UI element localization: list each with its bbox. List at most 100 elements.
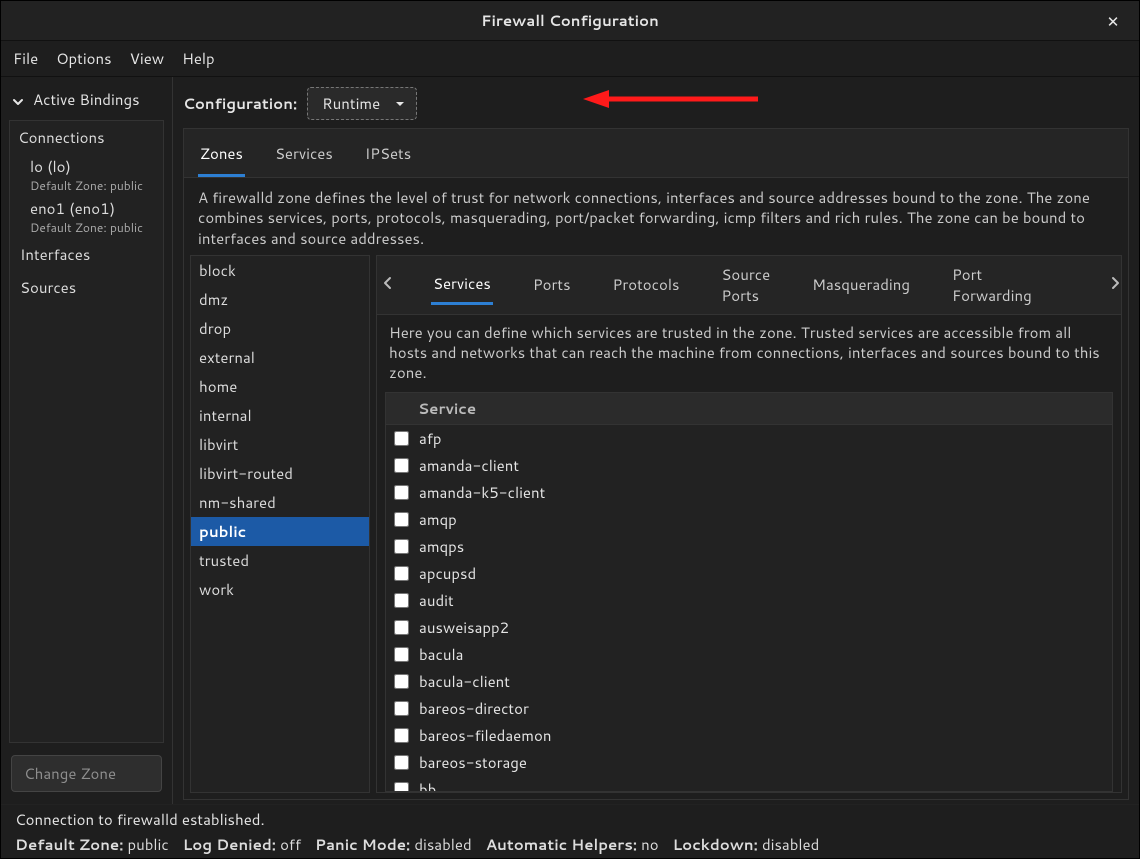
connection-item[interactable]: eno1 (eno1) Default Zone: public (10, 196, 163, 238)
change-zone-label: Change Zone (24, 763, 116, 784)
service-row[interactable]: bareos-storage (386, 749, 1112, 776)
service-checkbox[interactable] (394, 566, 409, 581)
service-name: ausweisapp2 (419, 617, 509, 638)
close-icon: ✕ (1107, 11, 1120, 32)
service-row[interactable]: apcupsd (386, 560, 1112, 587)
service-checkbox[interactable] (394, 647, 409, 662)
service-row[interactable]: amqps (386, 533, 1112, 560)
service-checkbox[interactable] (394, 593, 409, 608)
configuration-dropdown[interactable]: Runtime (307, 87, 417, 120)
zone-list[interactable]: blockdmzdropexternalhomeinternallibvirtl… (190, 255, 370, 793)
service-row[interactable]: bareos-director (386, 695, 1112, 722)
service-row[interactable]: bareos-filedaemon (386, 722, 1112, 749)
configuration-label: Configuration: (183, 93, 297, 114)
service-checkbox[interactable] (394, 431, 409, 446)
zone-item-nm-shared[interactable]: nm-shared (191, 488, 369, 517)
services-table: Service afpamanda-clientamanda-k5-client… (385, 392, 1113, 793)
subtab-port-forwarding[interactable]: Port Forwarding (950, 256, 1034, 314)
service-checkbox[interactable] (394, 755, 409, 770)
service-name: bacula-client (419, 671, 510, 692)
service-checkbox[interactable] (394, 485, 409, 500)
change-zone-button[interactable]: Change Zone (11, 755, 162, 792)
menu-help[interactable]: Help (182, 48, 215, 69)
subtab-source-ports[interactable]: Source Ports (719, 256, 772, 314)
service-row[interactable]: bacula (386, 641, 1112, 668)
body: Active Bindings Connections lo (lo) Defa… (1, 77, 1139, 806)
zone-sub-tabs: Services Ports Protocols Source Ports Ma… (377, 256, 1121, 315)
services-rows[interactable]: afpamanda-clientamanda-k5-client amqp amqp… (386, 425, 1112, 792)
tab-zones[interactable]: Zones (198, 137, 245, 177)
service-row[interactable]: amanda-client (386, 452, 1112, 479)
service-name: audit (419, 590, 454, 611)
service-row[interactable]: afp (386, 425, 1112, 452)
window-title: Firewall Configuration (481, 10, 659, 31)
app-window: Firewall Configuration ✕ File Options Vi… (0, 0, 1140, 859)
zone-item-drop[interactable]: drop (191, 314, 369, 343)
service-row[interactable]: bacula-client (386, 668, 1112, 695)
zone-item-public[interactable]: public (191, 517, 369, 546)
service-checkbox[interactable] (394, 674, 409, 689)
subtab-ports[interactable]: Ports (531, 266, 573, 303)
statusbar: Connection to firewalld established. Def… (1, 804, 1139, 858)
zone-item-libvirt-routed[interactable]: libvirt-routed (191, 459, 369, 488)
zone-item-block[interactable]: block (191, 256, 369, 285)
connection-name: eno1 (eno1) (30, 198, 155, 219)
titlebar: Firewall Configuration ✕ (1, 1, 1139, 41)
chevron-down-icon (11, 93, 25, 107)
menu-view[interactable]: View (130, 48, 165, 69)
service-checkbox[interactable] (394, 620, 409, 635)
menu-options[interactable]: Options (56, 48, 111, 69)
service-name: bacula (419, 644, 463, 665)
zone-item-work[interactable]: work (191, 575, 369, 604)
service-name: bareos-storage (419, 752, 527, 773)
service-checkbox[interactable] (394, 539, 409, 554)
content-box: Zones Services IPSets A firewalld zone d… (183, 128, 1129, 800)
service-name: amqp (419, 509, 457, 530)
service-row[interactable]: amqp (386, 506, 1112, 533)
menubar: File Options View Help (1, 41, 1139, 77)
service-row[interactable]: amanda-k5-client (386, 479, 1112, 506)
subtab-services[interactable]: Services (431, 265, 493, 305)
zone-item-dmz[interactable]: dmz (191, 285, 369, 314)
tabs-scroll-right[interactable] (1110, 268, 1120, 302)
service-row[interactable]: ausweisapp2 (386, 614, 1112, 641)
zone-item-trusted[interactable]: trusted (191, 546, 369, 575)
tab-ipsets[interactable]: IPSets (363, 137, 413, 177)
services-description: Here you can define which services are t… (377, 315, 1121, 388)
zone-item-external[interactable]: external (191, 343, 369, 372)
bindings-panel: Connections lo (lo) Default Zone: public… (9, 120, 164, 743)
configuration-row: Configuration: Runtime (183, 83, 1129, 128)
service-row[interactable]: bb (386, 776, 1112, 792)
status-connection: Connection to firewalld established. (15, 809, 1125, 830)
status-panic-mode: Panic Mode: disabled (315, 834, 472, 855)
service-name: bareos-director (419, 698, 529, 719)
service-name: bb (419, 779, 436, 792)
service-checkbox[interactable] (394, 512, 409, 527)
connections-heading: Connections (10, 121, 163, 154)
menu-file[interactable]: File (13, 48, 38, 69)
tab-services[interactable]: Services (273, 137, 335, 177)
services-table-header: Service (386, 393, 1112, 425)
interfaces-heading: Interfaces (10, 238, 163, 271)
service-checkbox[interactable] (394, 728, 409, 743)
connection-item[interactable]: lo (lo) Default Zone: public (10, 154, 163, 196)
status-default-zone: Default Zone: public (15, 834, 169, 855)
active-bindings-toggle[interactable]: Active Bindings (1, 83, 172, 116)
chevron-down-icon (394, 98, 406, 110)
service-checkbox[interactable] (394, 701, 409, 716)
service-checkbox[interactable] (394, 458, 409, 473)
service-checkbox[interactable] (394, 782, 409, 792)
zone-item-internal[interactable]: internal (191, 401, 369, 430)
close-button[interactable]: ✕ (1103, 11, 1123, 31)
status-automatic-helpers: Automatic Helpers: no (486, 834, 659, 855)
zone-item-libvirt[interactable]: libvirt (191, 430, 369, 459)
service-row[interactable]: audit (386, 587, 1112, 614)
chevron-right-icon (1110, 274, 1120, 295)
main-panel: Configuration: Runtime Zones Services (173, 77, 1139, 806)
subtab-masquerading[interactable]: Masquerading (810, 266, 912, 303)
tabs-scroll-left[interactable] (383, 268, 393, 302)
zone-item-home[interactable]: home (191, 372, 369, 401)
connection-default-zone: Default Zone: public (30, 177, 155, 194)
subtab-protocols[interactable]: Protocols (611, 266, 682, 303)
service-name: amqps (419, 536, 464, 557)
